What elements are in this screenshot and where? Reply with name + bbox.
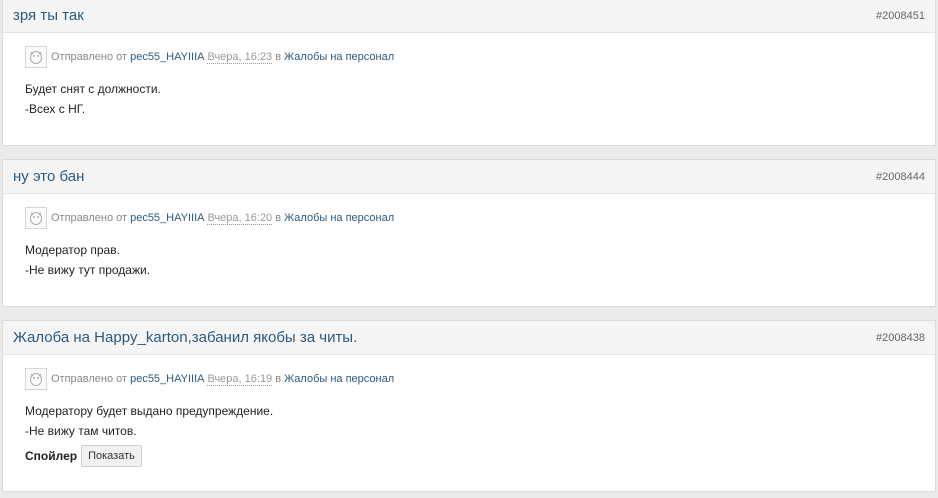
avatar-placeholder-icon xyxy=(30,51,42,64)
avatar-placeholder-icon xyxy=(30,212,42,225)
in-label: в xyxy=(275,51,282,63)
post-date[interactable]: Вчера, 16:23 xyxy=(207,51,273,64)
avatar[interactable] xyxy=(25,46,47,68)
in-label: в xyxy=(275,373,282,385)
post-meta: Отправлено от pec55_HAYIIIA Вчера, 16:20… xyxy=(25,206,913,230)
post-text-line: Будет снят с должности. xyxy=(25,82,161,96)
in-label: в xyxy=(275,212,282,224)
post-title-link[interactable]: ну это бан xyxy=(13,168,84,185)
post-text: Модератор прав. -Не вижу тут продажи. xyxy=(25,240,913,280)
post-text: Модератору будет выдано предупреждение. … xyxy=(25,401,913,441)
avatar[interactable] xyxy=(25,368,47,390)
spoiler: Спойлер Показать xyxy=(25,445,913,467)
author-link[interactable]: pec55_HAYIIIA xyxy=(130,373,204,385)
post: зря ты так #2008451 Отправлено от pec55_… xyxy=(2,0,936,146)
forum-link[interactable]: Жалобы на персонал xyxy=(284,373,394,385)
post-id-link[interactable]: #2008438 xyxy=(876,332,925,344)
forum-link[interactable]: Жалобы на персонал xyxy=(284,51,394,63)
post-text-line: -Не вижу тут продажи. xyxy=(25,263,151,277)
post-id-link[interactable]: #2008451 xyxy=(876,10,925,22)
post-header: зря ты так #2008451 xyxy=(3,0,935,33)
post-text: Будет снят с должности. -Всех с НГ. xyxy=(25,79,913,119)
post-title-link[interactable]: зря ты так xyxy=(13,7,84,24)
sent-by-label: Отправлено от xyxy=(51,51,128,63)
post-body: Отправлено от pec55_HAYIIIA Вчера, 16:23… xyxy=(3,33,935,119)
post-text-line: -Не вижу там читов. xyxy=(25,424,137,438)
post-header: Жалоба на Happy_karton,забанил якобы за … xyxy=(3,321,935,355)
post-text-line: -Всех с НГ. xyxy=(25,102,86,116)
spoiler-label: Спойлер xyxy=(25,449,78,463)
avatar[interactable] xyxy=(25,207,47,229)
sent-by-label: Отправлено от xyxy=(51,373,128,385)
sent-by-label: Отправлено от xyxy=(51,212,128,224)
post-body: Отправлено от pec55_HAYIIIA Вчера, 16:20… xyxy=(3,194,935,280)
post-text-line: Модератор прав. xyxy=(25,243,120,257)
post-body: Отправлено от pec55_HAYIIIA Вчера, 16:19… xyxy=(3,355,935,467)
author-link[interactable]: pec55_HAYIIIA xyxy=(130,212,204,224)
post-id-link[interactable]: #2008444 xyxy=(876,171,925,183)
post-date[interactable]: Вчера, 16:19 xyxy=(207,373,273,386)
post-meta: Отправлено от pec55_HAYIIIA Вчера, 16:19… xyxy=(25,367,913,391)
post-meta: Отправлено от pec55_HAYIIIA Вчера, 16:23… xyxy=(25,45,913,69)
post-title-link[interactable]: Жалоба на Happy_karton,забанил якобы за … xyxy=(13,329,357,346)
avatar-placeholder-icon xyxy=(30,373,42,386)
forum-link[interactable]: Жалобы на персонал xyxy=(284,212,394,224)
post: Жалоба на Happy_karton,забанил якобы за … xyxy=(2,320,936,492)
post: ну это бан #2008444 Отправлено от pec55_… xyxy=(2,159,936,307)
post-date[interactable]: Вчера, 16:20 xyxy=(207,212,273,225)
post-text-line: Модератору будет выдано предупреждение. xyxy=(25,404,274,418)
spoiler-show-button[interactable]: Показать xyxy=(81,445,142,467)
post-header: ну это бан #2008444 xyxy=(3,160,935,194)
author-link[interactable]: pec55_HAYIIIA xyxy=(130,51,204,63)
